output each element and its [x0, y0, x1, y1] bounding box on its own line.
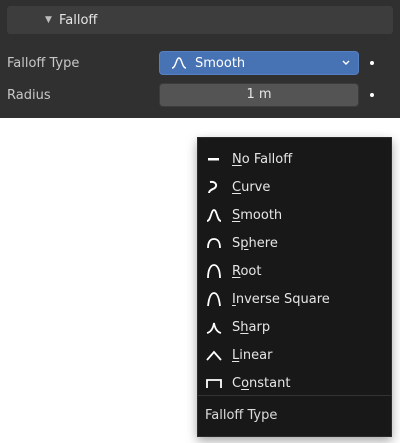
- menu-item-no-falloff[interactable]: No Falloff: [198, 145, 391, 173]
- radius-field[interactable]: 1 m: [159, 83, 359, 107]
- falloff-type-dropdown[interactable]: Smooth: [159, 51, 359, 75]
- menu-separator: [198, 395, 391, 396]
- menu-item-label: No Falloff: [232, 151, 293, 167]
- constant-falloff-icon: [205, 375, 223, 391]
- menu-item-label: Root: [232, 263, 262, 279]
- root-falloff-icon: [205, 263, 223, 279]
- radius-label: Radius: [7, 88, 51, 103]
- menu-item-smooth[interactable]: Smooth: [198, 201, 391, 229]
- curve-falloff-icon: [205, 179, 223, 195]
- menu-item-label: Curve: [232, 179, 271, 195]
- animate-property-dot[interactable]: [370, 93, 374, 97]
- menu-item-label: Linear: [232, 347, 273, 363]
- menu-item-curve[interactable]: Curve: [198, 173, 391, 201]
- menu-item-label: Constant: [232, 375, 291, 391]
- chevron-down-icon: [340, 56, 352, 70]
- menu-item-label: Sphere: [232, 235, 278, 251]
- falloff-type-label: Falloff Type: [7, 56, 80, 71]
- inverse-square-falloff-icon: [205, 291, 223, 307]
- falloff-panel: ▼ Falloff Falloff Type Smooth Radius 1 m: [0, 0, 400, 118]
- menu-footer-title: Falloff Type: [205, 408, 278, 423]
- radius-row: Radius 1 m: [0, 83, 400, 109]
- collapse-triangle-icon[interactable]: ▼: [45, 15, 59, 25]
- menu-item-inverse-square[interactable]: Inverse Square: [198, 285, 391, 313]
- menu-item-sharp[interactable]: Sharp: [198, 313, 391, 341]
- falloff-panel-header[interactable]: ▼ Falloff: [7, 6, 393, 34]
- smooth-curve-icon: [171, 57, 187, 69]
- menu-item-label: Sharp: [232, 319, 271, 335]
- sphere-falloff-icon: [205, 235, 223, 251]
- no-falloff-icon: [205, 151, 223, 167]
- falloff-type-row: Falloff Type Smooth: [0, 51, 400, 77]
- menu-item-linear[interactable]: Linear: [198, 341, 391, 369]
- menu-item-label: Smooth: [232, 207, 283, 223]
- falloff-type-value: Smooth: [195, 55, 246, 71]
- animate-property-dot[interactable]: [370, 61, 374, 65]
- sharp-falloff-icon: [205, 319, 223, 335]
- menu-item-root[interactable]: Root: [198, 257, 391, 285]
- smooth-falloff-icon: [205, 207, 223, 223]
- panel-header-title: Falloff: [59, 12, 98, 28]
- menu-item-sphere[interactable]: Sphere: [198, 229, 391, 257]
- menu-item-label: Inverse Square: [232, 291, 330, 307]
- falloff-type-menu: No Falloff Curve Smooth Sphere Root Inve…: [197, 137, 392, 437]
- linear-falloff-icon: [205, 347, 223, 363]
- menu-item-constant[interactable]: Constant: [198, 369, 391, 397]
